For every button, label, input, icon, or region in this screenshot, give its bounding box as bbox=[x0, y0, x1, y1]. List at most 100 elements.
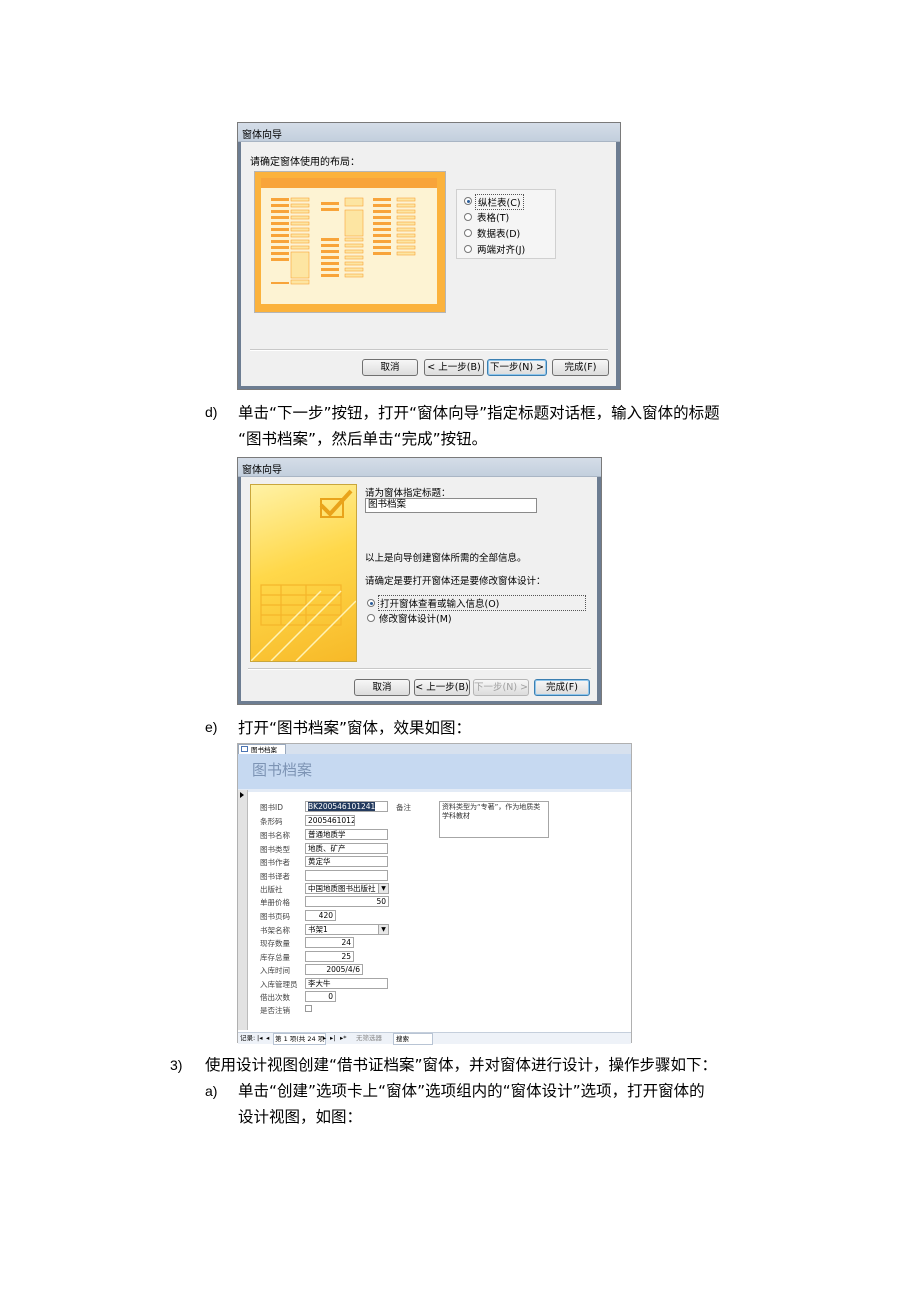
option-datasheet-label[interactable]: 数据表(D) bbox=[477, 226, 520, 240]
publisher-select[interactable]: 中国地质图书出版社 ▼ bbox=[305, 883, 389, 894]
form-icon bbox=[241, 746, 248, 752]
next-button[interactable]: 下一步(N) > bbox=[487, 359, 547, 376]
option-columnar-label[interactable]: 纵栏表(C) bbox=[475, 194, 524, 210]
header-divider bbox=[238, 789, 631, 792]
step-e-text: 打开“图书档案”窗体，效果如图： bbox=[238, 719, 472, 737]
stock-date-field[interactable]: 2005/4/6 bbox=[305, 964, 363, 975]
finish-button[interactable]: 完成(F) bbox=[534, 679, 590, 696]
dialog-title: 窗体向导 bbox=[242, 130, 282, 141]
cancel-button[interactable]: 取消 bbox=[354, 679, 410, 696]
field-label: 是否注销 bbox=[260, 1006, 290, 1015]
book-id-field[interactable]: BK200546101241 bbox=[305, 801, 388, 812]
dialog-titlebar[interactable]: 窗体向导 bbox=[238, 123, 620, 142]
price-field[interactable]: 50 bbox=[305, 896, 389, 907]
radio-modify-design[interactable] bbox=[367, 614, 375, 622]
first-record-icon[interactable]: |◂ bbox=[257, 1033, 262, 1043]
option-tabular-label[interactable]: 表格(T) bbox=[477, 210, 509, 224]
field-label: 库存总量 bbox=[260, 953, 290, 962]
field-label: 图书页码 bbox=[260, 912, 290, 921]
form-header: 图书档案 bbox=[238, 754, 631, 789]
option-justified-label[interactable]: 两端对齐(J) bbox=[477, 242, 525, 256]
current-record-arrow-icon bbox=[240, 792, 244, 798]
step-3-marker: 3) bbox=[170, 1057, 183, 1073]
field-label: 图书译者 bbox=[260, 872, 290, 881]
new-record-icon[interactable]: ▸* bbox=[340, 1033, 347, 1043]
window-frame bbox=[597, 458, 601, 704]
chevron-down-icon[interactable]: ▼ bbox=[378, 884, 388, 893]
step-a-marker: a) bbox=[205, 1083, 218, 1099]
step-d-line2: “图书档案”，然后单击“完成”按钮。 bbox=[238, 430, 488, 448]
radio-columnar[interactable] bbox=[464, 197, 472, 205]
option-modify-design-label[interactable]: 修改窗体设计(M) bbox=[379, 611, 452, 625]
layout-preview-graphic bbox=[271, 197, 416, 285]
previous-record-icon[interactable]: ◂ bbox=[266, 1033, 269, 1043]
record-selector[interactable] bbox=[238, 790, 248, 1030]
layout-preview bbox=[254, 171, 446, 313]
window-frame bbox=[238, 123, 241, 389]
book-type-field[interactable]: 地质、矿产 bbox=[305, 843, 388, 854]
field-label: 图书ID bbox=[260, 803, 283, 812]
field-label: 书架名称 bbox=[260, 926, 290, 935]
current-quantity-field[interactable]: 24 bbox=[305, 937, 354, 948]
field-label: 入库管理员 bbox=[260, 980, 298, 989]
total-stock-field[interactable]: 25 bbox=[305, 951, 354, 962]
window-frame bbox=[238, 458, 241, 704]
page-count-field[interactable]: 420 bbox=[305, 910, 336, 921]
option-open-form-label[interactable]: 打开窗体查看或输入信息(O) bbox=[378, 595, 586, 611]
form-tab-label: 图书档案 bbox=[251, 746, 277, 754]
last-record-icon[interactable]: ▸| bbox=[330, 1033, 335, 1043]
field-label: 图书类型 bbox=[260, 845, 290, 854]
record-position[interactable]: 第 1 项(共 24 项 bbox=[273, 1033, 327, 1045]
radio-open-form[interactable] bbox=[367, 599, 375, 607]
next-button[interactable]: 下一步(N) > bbox=[473, 679, 529, 696]
cancel-button[interactable]: 取消 bbox=[362, 359, 418, 376]
dialog-titlebar[interactable]: 窗体向导 bbox=[238, 458, 601, 477]
book-name-field[interactable]: 普通地质学 bbox=[305, 829, 388, 840]
layout-prompt: 请确定窗体使用的布局： bbox=[250, 157, 360, 168]
window-frame bbox=[238, 386, 620, 389]
field-label: 借出次数 bbox=[260, 993, 290, 1002]
form-header-title: 图书档案 bbox=[252, 761, 313, 779]
lend-count-field[interactable]: 0 bbox=[305, 991, 336, 1002]
step-d-marker: d) bbox=[205, 404, 218, 420]
radio-datasheet[interactable] bbox=[464, 229, 472, 237]
shelf-select[interactable]: 书架1 ▼ bbox=[305, 924, 389, 935]
field-label: 单册价格 bbox=[260, 898, 290, 907]
step-e-marker: e) bbox=[205, 719, 218, 735]
title-wizard-dialog: 窗体向导 请为窗体指定标题： 图书档案 以上是向导创建窗体所需的全部信息。 请确… bbox=[237, 457, 602, 705]
form-title-input[interactable]: 图书档案 bbox=[365, 498, 537, 513]
window-frame bbox=[616, 123, 620, 389]
field-label: 入库时间 bbox=[260, 966, 290, 975]
record-label: 记录: bbox=[240, 1034, 256, 1042]
window-frame bbox=[238, 701, 601, 704]
access-form-window: 图书档案 图书档案 图书ID 条形码 图书名称 图书类型 图书作者 图书译者 出… bbox=[237, 743, 632, 1045]
dialog-title: 窗体向导 bbox=[242, 465, 282, 476]
record-navigation-bar: 记录: |◂ ◂ 第 1 项(共 24 项 ▸ ▸| ▸* 无筛选器 搜索 bbox=[238, 1032, 631, 1045]
title-prompt: 请为窗体指定标题： bbox=[365, 488, 451, 499]
remark-label: 备注 bbox=[396, 803, 411, 812]
tab-strip bbox=[286, 744, 631, 754]
search-box[interactable]: 搜索 bbox=[393, 1033, 433, 1045]
field-label: 现存数量 bbox=[260, 939, 290, 948]
translator-field[interactable] bbox=[305, 870, 388, 881]
step-a-line2: 设计视图，如图： bbox=[238, 1108, 363, 1126]
filter-indicator[interactable]: 无筛选器 bbox=[356, 1033, 382, 1043]
stock-admin-field[interactable]: 李大牛 bbox=[305, 978, 388, 989]
radio-tabular[interactable] bbox=[464, 213, 472, 221]
dialog-separator bbox=[248, 668, 591, 670]
remark-field[interactable]: 资料类型为“专著”，作为地质类学科教材 bbox=[439, 801, 549, 838]
open-or-modify-question: 请确定是要打开窗体还是要修改窗体设计： bbox=[365, 576, 546, 587]
back-button[interactable]: < 上一步(B) bbox=[424, 359, 484, 376]
next-record-icon[interactable]: ▸ bbox=[323, 1033, 326, 1043]
info-text: 以上是向导创建窗体所需的全部信息。 bbox=[365, 553, 527, 564]
barcode-field[interactable]: 200546101241 bbox=[305, 815, 355, 826]
back-button[interactable]: < 上一步(B) bbox=[414, 679, 470, 696]
chevron-down-icon[interactable]: ▼ bbox=[378, 925, 388, 934]
field-label: 图书作者 bbox=[260, 858, 290, 867]
wizard-side-graphic bbox=[250, 484, 357, 662]
finish-button[interactable]: 完成(F) bbox=[552, 359, 609, 376]
author-field[interactable]: 黄定华 bbox=[305, 856, 388, 867]
cancelled-checkbox[interactable] bbox=[305, 1005, 312, 1012]
radio-justified[interactable] bbox=[464, 245, 472, 253]
checkmark-icon bbox=[251, 489, 356, 661]
